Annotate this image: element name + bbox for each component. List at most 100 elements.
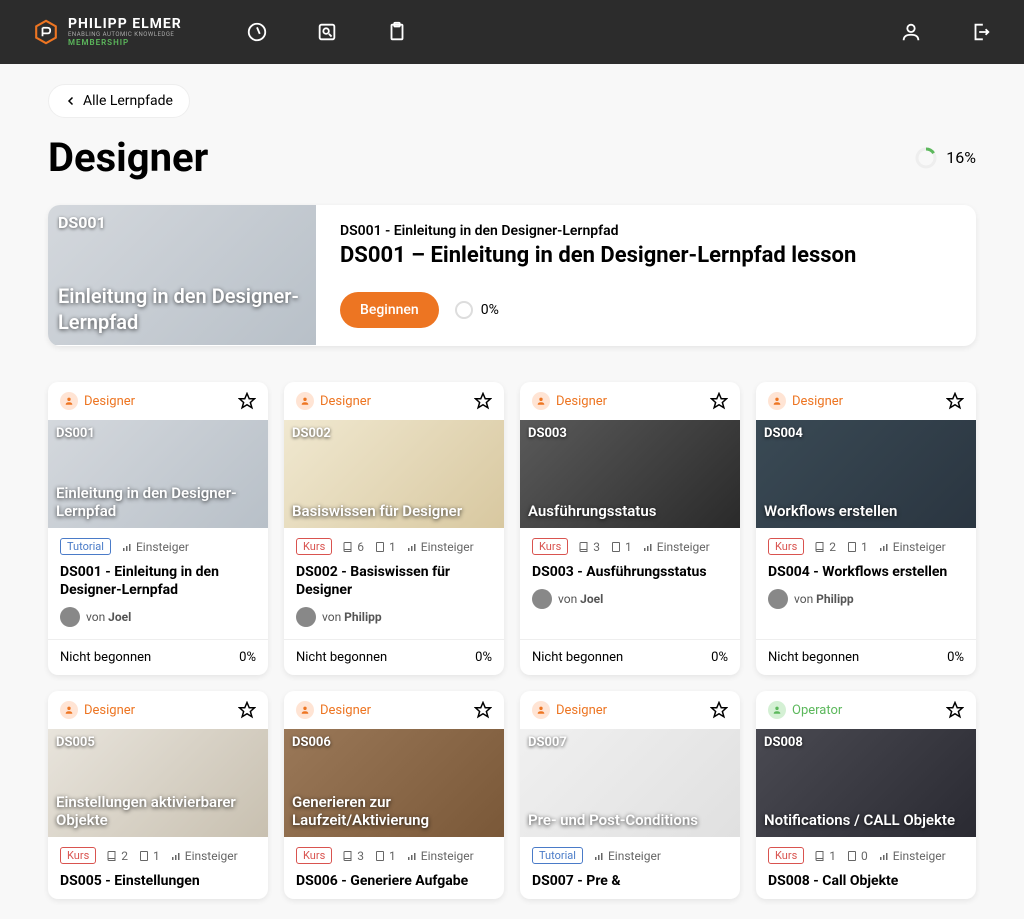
card-overlay: Generieren zur Laufzeit/Aktivierung <box>292 793 496 829</box>
star-icon[interactable] <box>238 392 256 410</box>
card-footer: Nicht begonnen0% <box>284 639 504 675</box>
level-label: Einsteiger <box>642 540 710 554</box>
back-label: Alle Lernpfade <box>83 93 173 109</box>
category[interactable]: Designer <box>60 392 135 410</box>
card-overlay: Ausführungsstatus <box>528 502 732 520</box>
card-image: DS008 Notifications / CALL Objekte <box>756 729 976 837</box>
featured-card[interactable]: DS001 Einleitung in den Designer-Lernpfa… <box>48 205 976 346</box>
chevron-left-icon <box>65 95 77 107</box>
badge-kurs: Kurs <box>296 538 332 555</box>
card-code: DS008 <box>764 735 803 750</box>
progress-ring-icon <box>914 146 938 170</box>
star-icon[interactable] <box>946 392 964 410</box>
star-icon[interactable] <box>710 701 728 719</box>
author: von Joel <box>48 607 268 639</box>
gauge-icon[interactable] <box>246 21 268 43</box>
card-meta: Kurs21Einsteiger <box>756 528 976 559</box>
progress-pct: 0% <box>475 650 492 665</box>
card-code: DS006 <box>292 735 331 750</box>
featured-subtitle: DS001 - Einleitung in den Designer-Lernp… <box>340 223 952 239</box>
person-icon <box>296 701 314 719</box>
course-card[interactable]: Designer DS005 Einstellungen aktivierbar… <box>48 691 268 898</box>
card-title: DS002 - Basiswissen für Designer <box>284 559 504 607</box>
overall-progress: 16% <box>914 146 976 170</box>
featured-image: DS001 Einleitung in den Designer-Lernpfa… <box>48 205 316 345</box>
category-label: Designer <box>556 394 607 409</box>
star-icon[interactable] <box>238 701 256 719</box>
card-image: DS001 Einleitung in den Designer-Lernpfa… <box>48 420 268 528</box>
star-icon[interactable] <box>474 392 492 410</box>
person-icon <box>532 392 550 410</box>
card-meta: Kurs61Einsteiger <box>284 528 504 559</box>
person-icon <box>532 701 550 719</box>
card-footer: Nicht begonnen0% <box>756 639 976 675</box>
course-card[interactable]: Designer DS003 Ausführungsstatus Kurs31E… <box>520 382 740 675</box>
course-card[interactable]: Operator DS008 Notifications / CALL Obje… <box>756 691 976 898</box>
level-label: Einsteiger <box>878 540 946 554</box>
progress-pct: 0% <box>711 650 728 665</box>
avatar <box>532 589 552 609</box>
star-icon[interactable] <box>946 701 964 719</box>
user-icon[interactable] <box>900 21 922 43</box>
card-title: DS008 - Call Objekte <box>756 868 976 898</box>
badge-tutorial: Tutorial <box>60 538 111 555</box>
star-icon[interactable] <box>474 701 492 719</box>
card-title: DS003 - Ausführungsstatus <box>520 559 740 589</box>
back-button[interactable]: Alle Lernpfade <box>48 84 190 118</box>
pages-count: 1 <box>610 540 632 554</box>
star-icon[interactable] <box>710 392 728 410</box>
bars-icon <box>642 541 654 553</box>
author: von Philipp <box>756 589 976 621</box>
begin-button[interactable]: Beginnen <box>340 292 439 328</box>
card-overlay: Pre- und Post-Conditions <box>528 811 732 829</box>
progress-pct: 0% <box>239 650 256 665</box>
status-label: Nicht begonnen <box>532 650 623 665</box>
card-title: DS001 - Einleitung in den Designer-Lernp… <box>48 559 268 607</box>
category[interactable]: Designer <box>60 701 135 719</box>
card-title: DS007 - Pre & <box>520 868 740 898</box>
person-icon <box>60 392 78 410</box>
bars-icon <box>878 541 890 553</box>
featured-overlay: Einleitung in den Designer-Lernpfad <box>58 283 306 335</box>
card-image: DS003 Ausführungsstatus <box>520 420 740 528</box>
logo-member: MEMBERSHIP <box>68 39 182 48</box>
course-grid: Designer DS001 Einleitung in den Designe… <box>48 382 976 899</box>
logo[interactable]: PHILIPP ELMER ENABLING AUTOMIC KNOWLEDGE… <box>32 17 182 48</box>
card-image: DS002 Basiswissen für Designer <box>284 420 504 528</box>
pages-count: 1 <box>846 540 868 554</box>
clipboard-icon[interactable] <box>386 21 408 43</box>
top-header: PHILIPP ELMER ENABLING AUTOMIC KNOWLEDGE… <box>0 0 1024 64</box>
featured-code: DS001 <box>58 213 106 232</box>
category[interactable]: Designer <box>532 701 607 719</box>
category[interactable]: Designer <box>768 392 843 410</box>
course-card[interactable]: Designer DS002 Basiswissen für Designer … <box>284 382 504 675</box>
course-card[interactable]: Designer DS006 Generieren zur Laufzeit/A… <box>284 691 504 898</box>
person-icon <box>768 392 786 410</box>
card-title: DS005 - Einstellungen <box>48 868 268 898</box>
category[interactable]: Designer <box>296 701 371 719</box>
card-image: DS004 Workflows erstellen <box>756 420 976 528</box>
course-card[interactable]: Designer DS007 Pre- und Post-Conditions … <box>520 691 740 898</box>
course-card[interactable]: Designer DS001 Einleitung in den Designe… <box>48 382 268 675</box>
logout-icon[interactable] <box>970 21 992 43</box>
card-footer: Nicht begonnen 0% <box>48 639 268 675</box>
course-card[interactable]: Designer DS004 Workflows erstellen Kurs2… <box>756 382 976 675</box>
card-meta: Kurs21Einsteiger <box>48 837 268 868</box>
search-user-icon[interactable] <box>316 21 338 43</box>
card-image: DS007 Pre- und Post-Conditions <box>520 729 740 837</box>
progress-ring-icon <box>455 301 473 319</box>
card-footer: Nicht begonnen 0% <box>520 639 740 675</box>
card-code: DS005 <box>56 735 95 750</box>
card-title: DS004 - Workflows erstellen <box>756 559 976 589</box>
author: von Joel <box>520 589 740 621</box>
category[interactable]: Operator <box>768 701 842 719</box>
category[interactable]: Designer <box>532 392 607 410</box>
card-code: DS003 <box>528 426 567 441</box>
card-meta: Kurs31Einsteiger <box>284 837 504 868</box>
category[interactable]: Designer <box>296 392 371 410</box>
person-icon <box>768 701 786 719</box>
bars-icon <box>406 541 418 553</box>
status-label: Nicht begonnen <box>60 650 151 665</box>
avatar <box>60 607 80 627</box>
badge-kurs: Kurs <box>768 538 804 555</box>
